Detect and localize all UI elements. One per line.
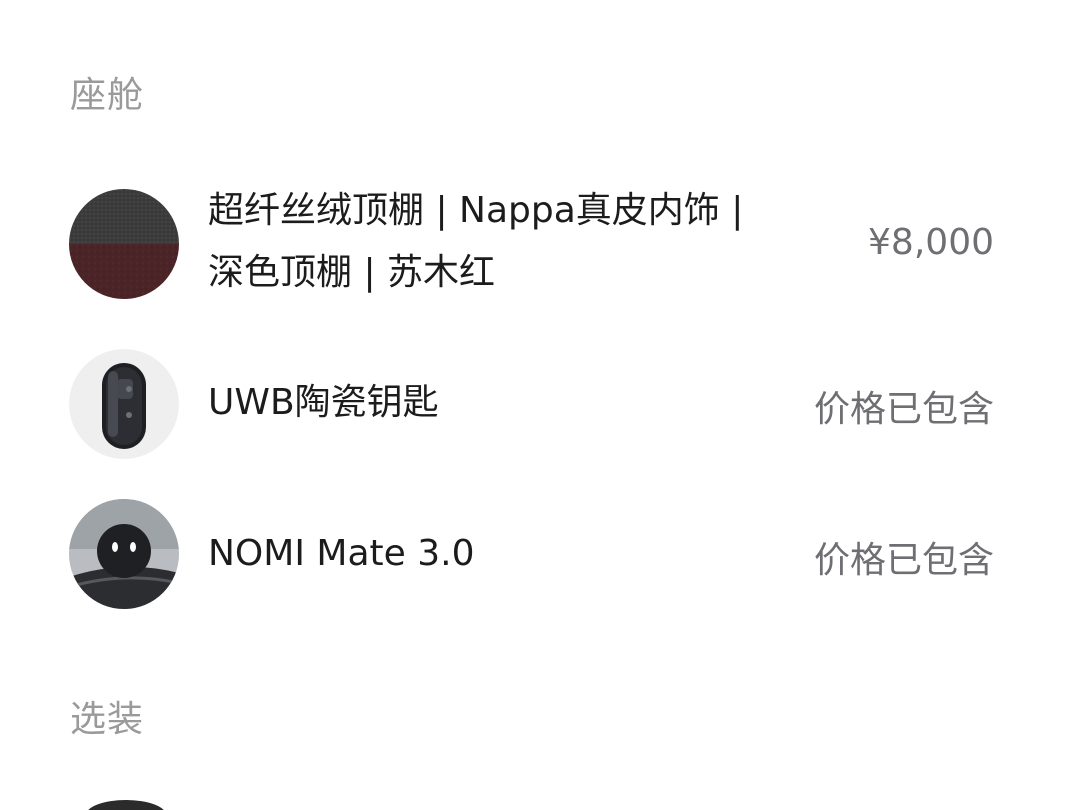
item-name-line2: 深色顶棚 | 苏木红 bbox=[208, 252, 496, 293]
interior-swatch-icon bbox=[69, 189, 179, 299]
item-price: 价格已包含 bbox=[813, 540, 994, 581]
item-name-line1: 超纤丝绒顶棚 | Nappa真皮内饰 | bbox=[208, 190, 744, 231]
item-name: NOMI Mate 3.0 bbox=[208, 533, 475, 574]
list-item-nomi-mate[interactable]: NOMI Mate 3.0 价格已包含 bbox=[0, 498, 1080, 610]
nomi-robot-icon bbox=[69, 499, 179, 609]
list-item-uwb-key[interactable]: UWB陶瓷钥匙 价格已包含 bbox=[0, 348, 1080, 459]
section-title-cabin: 座舱 bbox=[70, 75, 145, 116]
next-item-thumbnail bbox=[86, 800, 166, 810]
ceramic-key-icon bbox=[69, 349, 179, 459]
order-summary-page: 座舱 超纤丝绒顶棚 | Nappa真皮内饰 | 深色顶棚 | 苏木红 ¥8,00… bbox=[0, 0, 1080, 810]
list-item-interior[interactable]: 超纤丝绒顶棚 | Nappa真皮内饰 | 深色顶棚 | 苏木红 ¥8,000 bbox=[0, 180, 1080, 310]
item-name: UWB陶瓷钥匙 bbox=[208, 382, 439, 423]
section-title-options: 选装 bbox=[70, 699, 145, 740]
item-price: 价格已包含 bbox=[813, 389, 994, 430]
item-price: ¥8,000 bbox=[868, 222, 994, 263]
